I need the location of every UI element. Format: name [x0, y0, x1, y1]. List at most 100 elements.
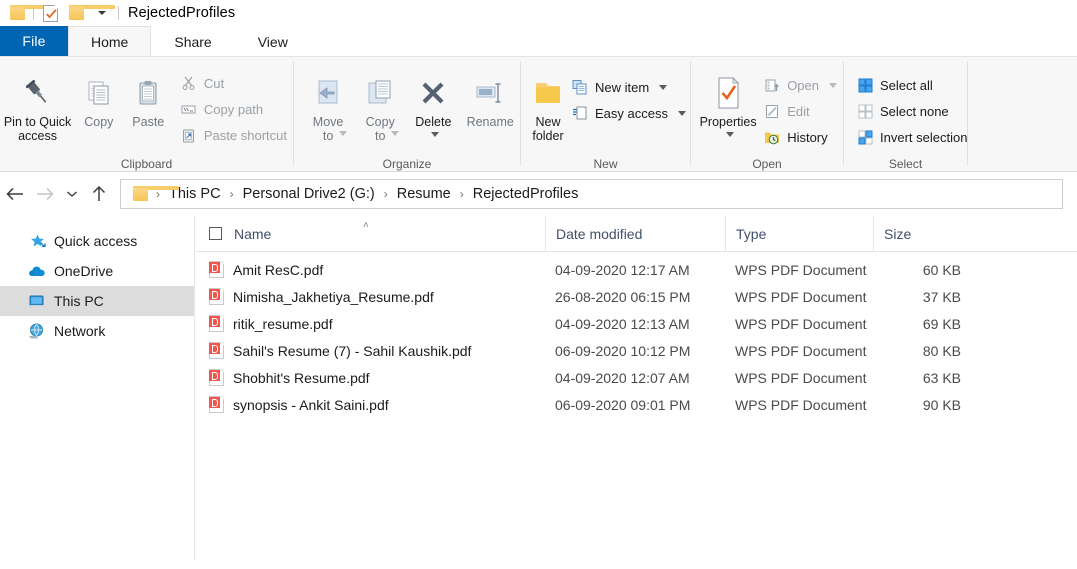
file-name-cell[interactable]: Sahil's Resume (7) - Sahil Kaushik.pdf — [195, 342, 545, 359]
new-item-button[interactable]: New item — [565, 75, 692, 99]
breadcrumb-rejectedprofiles[interactable]: RejectedProfiles — [468, 186, 584, 202]
invert-selection-button[interactable]: Invert selection — [850, 125, 973, 149]
new-item-caret-icon[interactable] — [659, 84, 668, 90]
new-item-label: New item — [595, 79, 650, 95]
scissors-icon — [180, 74, 198, 92]
easy-access-icon — [571, 104, 589, 122]
file-size-cell: 80 KB — [922, 342, 961, 359]
easy-access-caret-icon[interactable] — [677, 110, 686, 116]
open-icon — [763, 76, 781, 94]
move-to-label: Move to — [312, 115, 344, 143]
up-button[interactable] — [84, 179, 114, 209]
column-header-type[interactable]: Type — [725, 215, 873, 252]
computer-icon — [28, 292, 46, 310]
file-name-label: Amit ResC.pdf — [233, 261, 324, 278]
file-name-cell[interactable]: Nimisha_Jakhetiya_Resume.pdf — [195, 288, 545, 305]
file-name-cell[interactable]: ritik_resume.pdf — [195, 315, 545, 332]
move-to-caret-icon[interactable] — [339, 131, 348, 136]
table-row[interactable]: Amit ResC.pdf 04-09-2020 12:17 AM WPS PD… — [195, 256, 1077, 283]
ribbon-group-new: New folder New item Easy access New — [521, 57, 690, 173]
address-bar-row: › This PC › Personal Drive2 (G:) › Resum… — [0, 172, 1077, 216]
breadcrumb-personal-drive2[interactable]: Personal Drive2 (G:) — [238, 186, 380, 202]
file-explorer-window: RejectedProfiles File Home Share View Pi… — [0, 0, 1077, 569]
cut-button[interactable]: Cut — [174, 71, 293, 95]
recent-locations-button[interactable] — [60, 179, 84, 209]
column-header-size[interactable]: Size — [873, 215, 973, 252]
ribbon-group-select: Select all Select none Invert selection … — [844, 57, 967, 173]
column-header-name[interactable]: Name ˄ — [195, 216, 545, 252]
select-all-button[interactable]: Select all — [850, 73, 973, 97]
easy-access-button[interactable]: Easy access — [565, 101, 692, 125]
back-button[interactable] — [0, 179, 30, 209]
file-name-cell[interactable]: Amit ResC.pdf — [195, 261, 545, 278]
tab-file[interactable]: File — [0, 26, 68, 56]
select-none-label: Select none — [880, 103, 949, 119]
file-date-cell: 04-09-2020 12:13 AM — [555, 315, 690, 332]
rename-button[interactable]: Rename — [460, 63, 520, 129]
tab-home[interactable]: Home — [68, 26, 152, 56]
file-name-cell[interactable]: Shobhit's Resume.pdf — [195, 369, 545, 386]
paste-icon — [133, 71, 163, 115]
edit-button[interactable]: Edit — [757, 99, 843, 123]
delete-caret-icon[interactable] — [431, 132, 440, 137]
delete-label: Delete — [415, 115, 452, 129]
sidebar-label-this-pc: This PC — [54, 293, 104, 309]
breadcrumb-resume[interactable]: Resume — [392, 186, 456, 202]
file-type-cell: WPS PDF Document — [735, 396, 867, 413]
sidebar-item-onedrive[interactable]: OneDrive — [0, 256, 194, 286]
ribbon-group-clipboard: Pin to Quick access Copy Paste Cut Copy … — [0, 57, 293, 173]
copy-button[interactable]: Copy — [75, 63, 123, 129]
delete-button[interactable]: Delete — [406, 63, 460, 137]
sidebar-item-quick-access[interactable]: Quick access — [0, 226, 194, 256]
pin-to-quick-access-button[interactable]: Pin to Quick access — [0, 63, 75, 143]
ribbon-group-organize: Move to Copy to Delete Rename Organize — [294, 57, 520, 173]
table-row[interactable]: ritik_resume.pdf 04-09-2020 12:13 AM WPS… — [195, 310, 1077, 337]
properties-button[interactable]: Properties — [699, 63, 757, 137]
select-none-button[interactable]: Select none — [850, 99, 973, 123]
column-header-name-label: Name — [234, 225, 272, 242]
file-date-cell: 04-09-2020 12:17 AM — [555, 261, 690, 278]
paste-button[interactable]: Paste — [123, 63, 174, 129]
copy-icon — [84, 71, 114, 115]
open-button[interactable]: Open — [757, 73, 843, 97]
select-all-checkbox[interactable] — [209, 227, 222, 240]
file-type-cell: WPS PDF Document — [735, 369, 867, 386]
title-divider — [118, 6, 119, 20]
table-row[interactable]: Shobhit's Resume.pdf 04-09-2020 12:07 AM… — [195, 364, 1077, 391]
column-header-date-modified[interactable]: Date modified — [545, 215, 725, 252]
history-button[interactable]: History — [757, 125, 843, 149]
table-row[interactable]: synopsis - Ankit Saini.pdf 06-09-2020 09… — [195, 391, 1077, 418]
arrow-left-icon — [6, 187, 23, 201]
tab-view[interactable]: View — [235, 26, 311, 56]
file-size-cell: 63 KB — [922, 369, 961, 386]
paste-label: Paste — [132, 115, 165, 129]
qat-new-folder-icon[interactable] — [63, 2, 115, 24]
rename-icon — [474, 71, 506, 115]
pin-to-quick-access-label: Pin to Quick access — [3, 115, 72, 143]
new-small-commands: New item Easy access — [565, 63, 692, 125]
file-name-label: synopsis - Ankit Saini.pdf — [233, 396, 389, 413]
sidebar-item-network[interactable]: Network — [0, 316, 194, 346]
copy-to-caret-icon[interactable] — [391, 131, 400, 136]
ribbon: Pin to Quick access Copy Paste Cut Copy … — [0, 56, 1077, 172]
paste-shortcut-button[interactable]: Paste shortcut — [174, 123, 293, 147]
properties-caret-icon[interactable] — [726, 132, 735, 137]
copy-path-button[interactable]: Copy path — [174, 97, 293, 121]
qat-folder-icon[interactable] — [4, 2, 56, 24]
history-label: History — [787, 129, 828, 145]
file-rows: Amit ResC.pdf 04-09-2020 12:17 AM WPS PD… — [195, 252, 1077, 418]
table-row[interactable]: Nimisha_Jakhetiya_Resume.pdf 26-08-2020 … — [195, 283, 1077, 310]
file-name-cell[interactable]: synopsis - Ankit Saini.pdf — [195, 396, 545, 413]
tab-share[interactable]: Share — [151, 26, 234, 56]
table-row[interactable]: Sahil's Resume (7) - Sahil Kaushik.pdf 0… — [195, 337, 1077, 364]
copy-to-label: Copy to — [365, 115, 395, 143]
open-caret-icon[interactable] — [829, 82, 837, 88]
move-to-button[interactable]: Move to — [302, 63, 354, 143]
new-folder-button[interactable]: New folder — [531, 63, 565, 143]
open-small-commands: Open Edit History — [757, 63, 843, 149]
forward-button[interactable] — [30, 179, 60, 209]
sidebar-item-this-pc[interactable]: This PC — [0, 286, 194, 316]
address-bar[interactable]: › This PC › Personal Drive2 (G:) › Resum… — [120, 179, 1063, 209]
sidebar-label-network: Network — [54, 323, 106, 339]
copy-to-button[interactable]: Copy to — [354, 63, 406, 143]
